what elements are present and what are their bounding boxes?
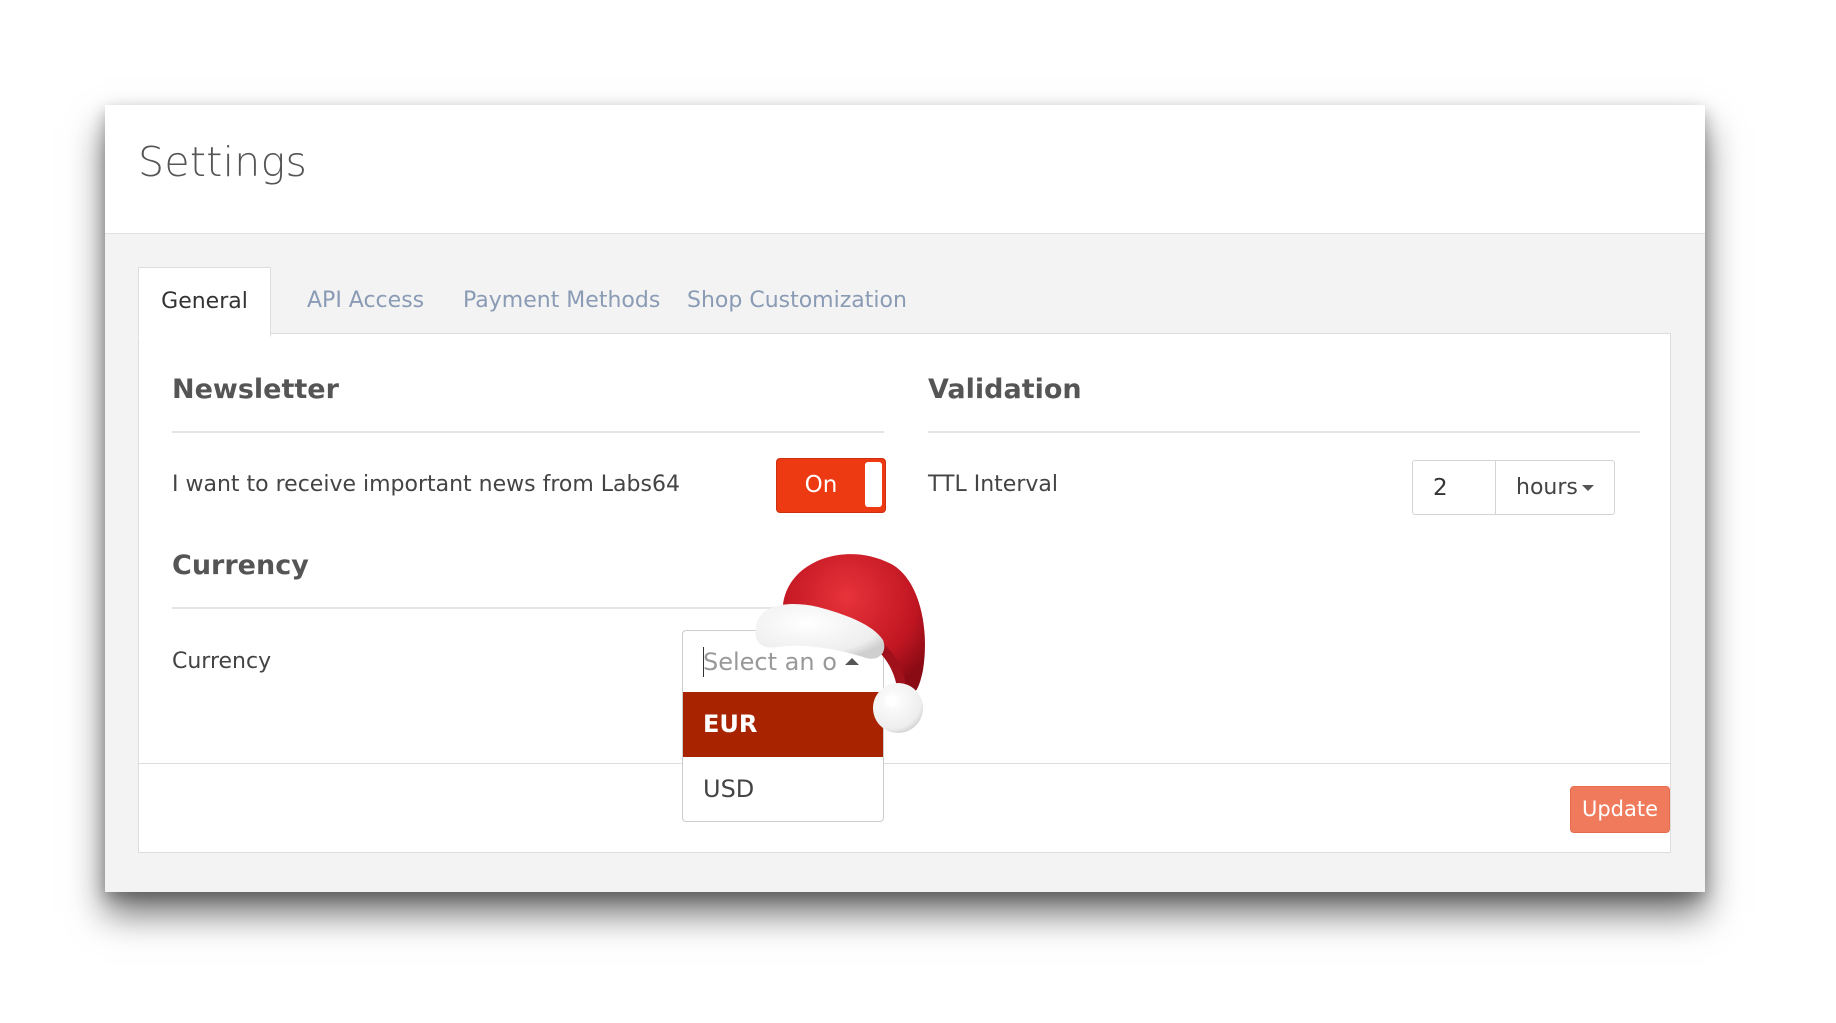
currency-option-usd[interactable]: USD xyxy=(683,757,883,822)
panel-footer xyxy=(139,763,1670,852)
ttl-unit-value: hours xyxy=(1516,475,1578,500)
newsletter-title: Newsletter xyxy=(172,374,339,405)
newsletter-toggle[interactable]: On xyxy=(776,458,886,513)
tab-shop-customization[interactable]: Shop Customization xyxy=(687,267,907,335)
update-button[interactable]: Update xyxy=(1570,786,1670,833)
toggle-knob xyxy=(865,462,882,507)
santa-hat-icon xyxy=(755,554,925,733)
tab-payment-methods[interactable]: Payment Methods xyxy=(463,267,660,335)
newsletter-divider xyxy=(172,431,884,433)
toggle-label: On xyxy=(804,472,838,498)
page-title: Settings xyxy=(138,138,308,186)
ttl-label: TTL Interval xyxy=(928,472,1058,497)
ttl-unit-select[interactable]: hours xyxy=(1495,460,1615,515)
validation-divider xyxy=(928,431,1640,433)
caret-down-icon xyxy=(1582,485,1594,491)
ttl-interval-input[interactable]: 2 xyxy=(1412,460,1495,515)
tab-api-access[interactable]: API Access xyxy=(307,267,424,335)
page-header: Settings xyxy=(105,105,1705,234)
settings-window: Settings General API Access Payment Meth… xyxy=(105,105,1705,892)
currency-label: Currency xyxy=(172,649,272,674)
tab-general[interactable]: General xyxy=(138,267,271,337)
currency-title: Currency xyxy=(172,550,309,581)
text-cursor xyxy=(703,647,704,677)
tab-bar: General API Access Payment Methods Shop … xyxy=(138,267,1671,339)
newsletter-label: I want to receive important news from La… xyxy=(172,472,680,497)
validation-title: Validation xyxy=(928,374,1082,405)
